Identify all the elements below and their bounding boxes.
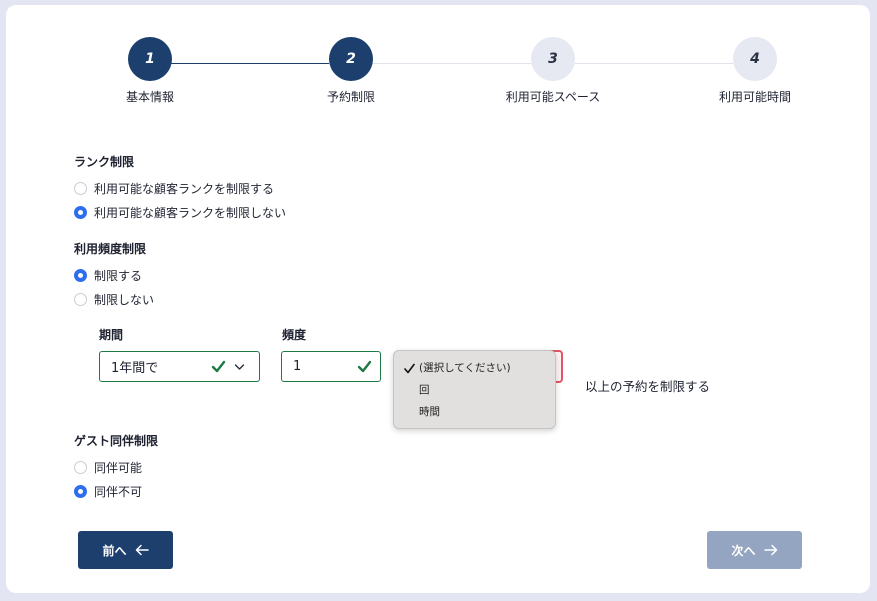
unit-option-placeholder[interactable]: (選択してください) (394, 359, 555, 381)
frequency-limit-option-restrict[interactable]: 制限する (74, 267, 142, 284)
step-1-label: 基本情報 (125, 90, 174, 104)
unit-option-hours[interactable]: 時間 (394, 403, 555, 425)
rank-limit-option-label: 利用可能な顧客ランクを制限する (94, 182, 275, 196)
arrow-left-icon (135, 544, 149, 556)
guest-limit-option-allowed[interactable]: 同伴可能 (74, 459, 142, 476)
step-2-circle[interactable]: 2 (329, 37, 373, 81)
radio-checked-icon[interactable] (74, 206, 87, 219)
step-2-label: 予約制限 (326, 90, 375, 104)
guest-limit-option-label: 同伴不可 (94, 485, 143, 499)
step-2-number: 2 (346, 51, 356, 67)
frequency-limit-title: 利用頻度制限 (74, 242, 147, 256)
guest-limit-title: ゲスト同伴制限 (74, 434, 159, 448)
valid-check-icon (357, 360, 372, 373)
prev-button[interactable]: 前へ (78, 531, 173, 569)
step-4-label: 利用可能時間 (718, 90, 791, 104)
step-3-number: 3 (548, 51, 558, 67)
step-3-circle[interactable]: 3 (531, 37, 575, 81)
step-1-circle[interactable]: 1 (128, 37, 172, 81)
step-4-number: 4 (750, 51, 760, 67)
step-connector-2-3 (373, 63, 531, 64)
radio-unchecked-icon[interactable] (74, 461, 87, 474)
period-select[interactable]: 1年間で (99, 351, 260, 382)
rank-limit-title: ランク制限 (74, 155, 135, 169)
step-1-number: 1 (145, 51, 155, 67)
period-label: 期間 (99, 328, 124, 342)
rank-limit-option-restrict[interactable]: 利用可能な顧客ランクを制限する (74, 180, 274, 197)
rank-limit-option-label: 利用可能な顧客ランクを制限しない (94, 206, 287, 220)
radio-unchecked-icon[interactable] (74, 182, 87, 195)
step-connector-1-2 (171, 63, 329, 64)
step-4-circle[interactable]: 4 (733, 37, 777, 81)
unit-dropdown-menu[interactable]: (選択してください) 回 時間 (393, 350, 556, 429)
unit-option-label: (選択してください) (419, 362, 511, 374)
frequency-label: 頻度 (282, 328, 307, 342)
next-button[interactable]: 次へ (707, 531, 802, 569)
guest-limit-option-not-allowed[interactable]: 同伴不可 (74, 483, 142, 500)
frequency-input-value: 1 (293, 359, 302, 374)
chevron-down-icon (234, 364, 245, 370)
frequency-suffix-text: 以上の予約を制限する (585, 379, 711, 394)
frequency-limit-option-label: 制限しない (94, 293, 155, 307)
rank-limit-option-no-restrict[interactable]: 利用可能な顧客ランクを制限しない (74, 204, 286, 221)
frequency-input[interactable]: 1 (281, 351, 381, 382)
radio-unchecked-icon[interactable] (74, 293, 87, 306)
next-button-label: 次へ (731, 543, 756, 558)
checkmark-icon (404, 363, 415, 374)
frequency-limit-option-no-restrict[interactable]: 制限しない (74, 291, 154, 308)
guest-limit-option-label: 同伴可能 (94, 461, 143, 475)
frequency-limit-option-label: 制限する (94, 269, 143, 283)
unit-option-times[interactable]: 回 (394, 381, 555, 403)
valid-check-icon (211, 360, 226, 373)
step-3-label: 利用可能スペース (505, 90, 601, 104)
step-connector-3-4 (575, 63, 733, 64)
radio-checked-icon[interactable] (74, 269, 87, 282)
unit-option-label: 回 (419, 384, 430, 396)
period-select-value: 1年間で (111, 361, 159, 376)
prev-button-label: 前へ (102, 543, 127, 558)
radio-checked-icon[interactable] (74, 485, 87, 498)
arrow-right-icon (763, 544, 777, 556)
unit-option-label: 時間 (419, 406, 440, 418)
